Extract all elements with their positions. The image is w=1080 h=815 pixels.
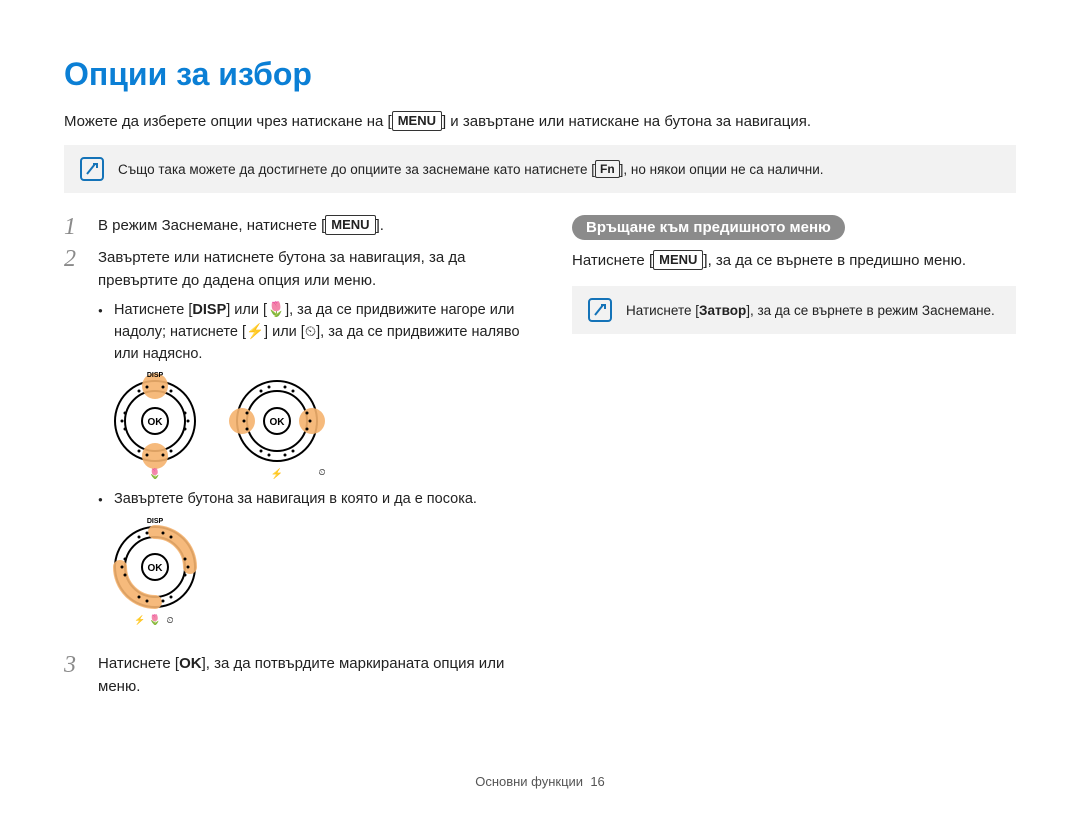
intro-text-after: и завъртане или натискане на бутона за н… (446, 113, 811, 130)
footer-section: Основни функции (475, 774, 583, 789)
svg-text:🌷: 🌷 (149, 613, 161, 625)
menu-keycap-step1: MENU (325, 215, 375, 235)
macro-label: 🌷 (149, 467, 161, 479)
dial-horizontal: OK ⚡ ⏲ (228, 371, 326, 479)
svg-text:⏲: ⏲ (166, 615, 173, 625)
right-note-box: Натиснете [Затвор], за да се върнете в р… (572, 286, 1016, 334)
svg-text:OK: OK (148, 563, 164, 574)
svg-text:OK: OK (270, 417, 286, 428)
bullet-rotate: Завъртете бутона за навигация в която и … (98, 489, 524, 511)
page-title: Опции за избор (64, 56, 1016, 93)
dial-vertical: OK DISP 🌷 (106, 371, 204, 479)
step-2: 2 Завъртете или натиснете бутона за нави… (64, 247, 524, 635)
dial-rotate-illustration: OK DISP ⚡ 🌷 ⏲ (106, 517, 524, 625)
step-2-body: Завъртете или натиснете бутона за навига… (98, 247, 524, 635)
top-note-after: , но някои опции не са налични. (623, 162, 823, 177)
b1-b: ] или [ (226, 302, 267, 318)
svg-text:⚡: ⚡ (134, 614, 145, 625)
step-num-2: 2 (64, 247, 84, 635)
page-footer: Основни функции 16 (0, 774, 1080, 789)
return-after: , за да се върнете в предишно меню. (708, 252, 966, 269)
b1-d: ] или [ (264, 324, 305, 340)
top-note-box: Също така можете да достигнете до опциит… (64, 145, 1016, 193)
disp-keycap-inline: DISP (192, 302, 226, 318)
right-note-before: Натиснете [ (626, 303, 699, 318)
step-1-before: В режим Заснемане, натиснете (98, 217, 321, 234)
note-icon (80, 157, 104, 181)
intro-paragraph: Можете да изберете опции чрез натискане … (64, 111, 1016, 131)
menu-keycap: MENU (392, 111, 442, 131)
manual-page: Опции за избор Можете да изберете опции … (0, 0, 1080, 815)
ok-keycap-inline: OK (179, 655, 202, 672)
dial-rotate: OK DISP ⚡ 🌷 ⏲ (106, 517, 204, 625)
flash-icon: ⚡ (246, 324, 264, 340)
disp-label: DISP (147, 372, 164, 379)
svg-text:DISP: DISP (147, 518, 164, 525)
shutter-key-bold: Затвор (699, 303, 746, 318)
right-note-after: ], за да се върнете в режим Заснемане. (746, 303, 995, 318)
top-note-text: Също така можете да достигнете до опциит… (118, 160, 824, 178)
step-num-1: 1 (64, 215, 84, 239)
top-note-before: Също така можете да достигнете до опциит… (118, 162, 591, 177)
svg-text:⚡: ⚡ (271, 467, 283, 479)
right-note-text: Натиснете [Затвор], за да се върнете в р… (626, 303, 995, 318)
bullet-press-directions: Натиснете [DISP] или [🌷], за да се придв… (98, 300, 524, 365)
b1-a: Натиснете [ (114, 302, 192, 318)
footer-page-number: 16 (590, 774, 604, 789)
note-icon-2 (588, 298, 612, 322)
ok-label: OK (148, 417, 164, 428)
left-column: 1 В режим Заснемане, натиснете [MENU]. 2… (64, 215, 524, 706)
return-paragraph: Натиснете [MENU], за да се върнете в пре… (572, 250, 1016, 270)
step-3: 3 Натиснете [OK], за да потвърдите марки… (64, 653, 524, 698)
step-1-body: В режим Заснемане, натиснете [MENU]. (98, 215, 524, 239)
svg-text:⏲: ⏲ (318, 467, 325, 477)
intro-text-before: Можете да изберете опции чрез натискане … (64, 113, 388, 130)
step-1-after: . (380, 217, 384, 234)
step-3-body: Натиснете [OK], за да потвърдите маркира… (98, 653, 524, 698)
step-2-text: Завъртете или натиснете бутона за навига… (98, 249, 465, 289)
right-column: Връщане към предишното меню Натиснете [M… (572, 215, 1016, 706)
step-1: 1 В режим Заснемане, натиснете [MENU]. (64, 215, 524, 239)
step-2-bullets-2: Завъртете бутона за навигация в която и … (98, 489, 524, 511)
return-before: Натиснете (572, 252, 649, 269)
step-3-before: Натиснете [ (98, 655, 179, 672)
menu-keycap-return: MENU (653, 250, 703, 270)
content-columns: 1 В режим Заснемане, натиснете [MENU]. 2… (64, 215, 1016, 706)
dial-press-illustration: OK DISP 🌷 (106, 371, 524, 479)
macro-icon: 🌷 (267, 302, 285, 318)
step-2-bullets: Натиснете [DISP] или [🌷], за да се придв… (98, 300, 524, 365)
fn-keycap: Fn (595, 160, 620, 178)
return-heading-pill: Връщане към предишното меню (572, 215, 845, 240)
step-num-3: 3 (64, 653, 84, 698)
timer-icon: ⏲ (305, 324, 316, 340)
